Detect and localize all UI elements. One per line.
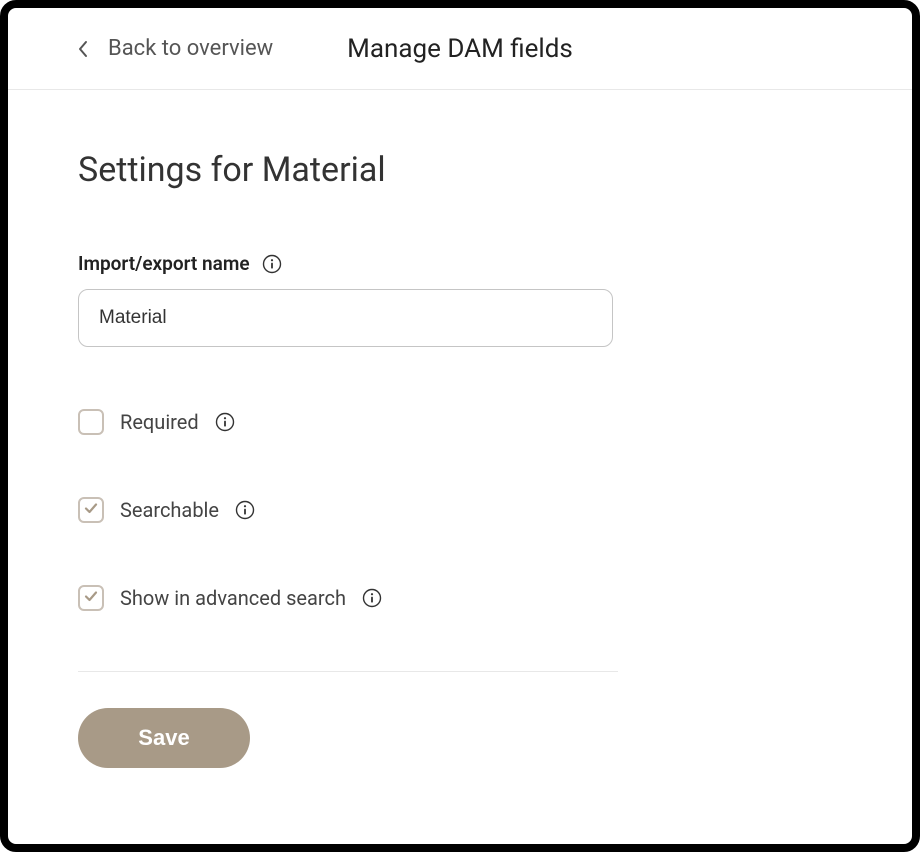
save-button[interactable]: Save: [78, 708, 250, 768]
check-icon: [83, 500, 99, 520]
searchable-row: Searchable: [78, 497, 842, 523]
import-export-name-input[interactable]: [78, 289, 613, 347]
info-icon[interactable]: [362, 588, 382, 608]
required-row: Required: [78, 409, 842, 435]
back-to-overview-link[interactable]: Back to overview: [78, 36, 273, 61]
page-title: Settings for Material: [78, 150, 842, 190]
import-export-name-label: Import/export name: [78, 252, 250, 275]
show-in-advanced-search-row: Show in advanced search: [78, 585, 842, 611]
import-export-name-group: Import/export name: [78, 252, 842, 347]
show-in-advanced-search-label: Show in advanced search: [120, 586, 346, 610]
show-in-advanced-search-checkbox[interactable]: [78, 585, 104, 611]
app-frame: Back to overview Manage DAM fields Setti…: [0, 0, 920, 852]
chevron-left-icon: [78, 40, 88, 58]
divider: [78, 671, 618, 672]
searchable-checkbox[interactable]: [78, 497, 104, 523]
check-icon: [83, 588, 99, 608]
info-icon[interactable]: [235, 500, 255, 520]
searchable-label: Searchable: [120, 498, 219, 522]
import-export-name-label-row: Import/export name: [78, 252, 842, 275]
info-icon[interactable]: [262, 254, 282, 274]
info-icon[interactable]: [215, 412, 235, 432]
header-title: Manage DAM fields: [347, 34, 573, 64]
required-label: Required: [120, 410, 199, 434]
required-checkbox[interactable]: [78, 409, 104, 435]
back-link-label: Back to overview: [108, 36, 273, 61]
header: Back to overview Manage DAM fields: [8, 8, 912, 90]
content: Settings for Material Import/export name: [8, 90, 912, 808]
